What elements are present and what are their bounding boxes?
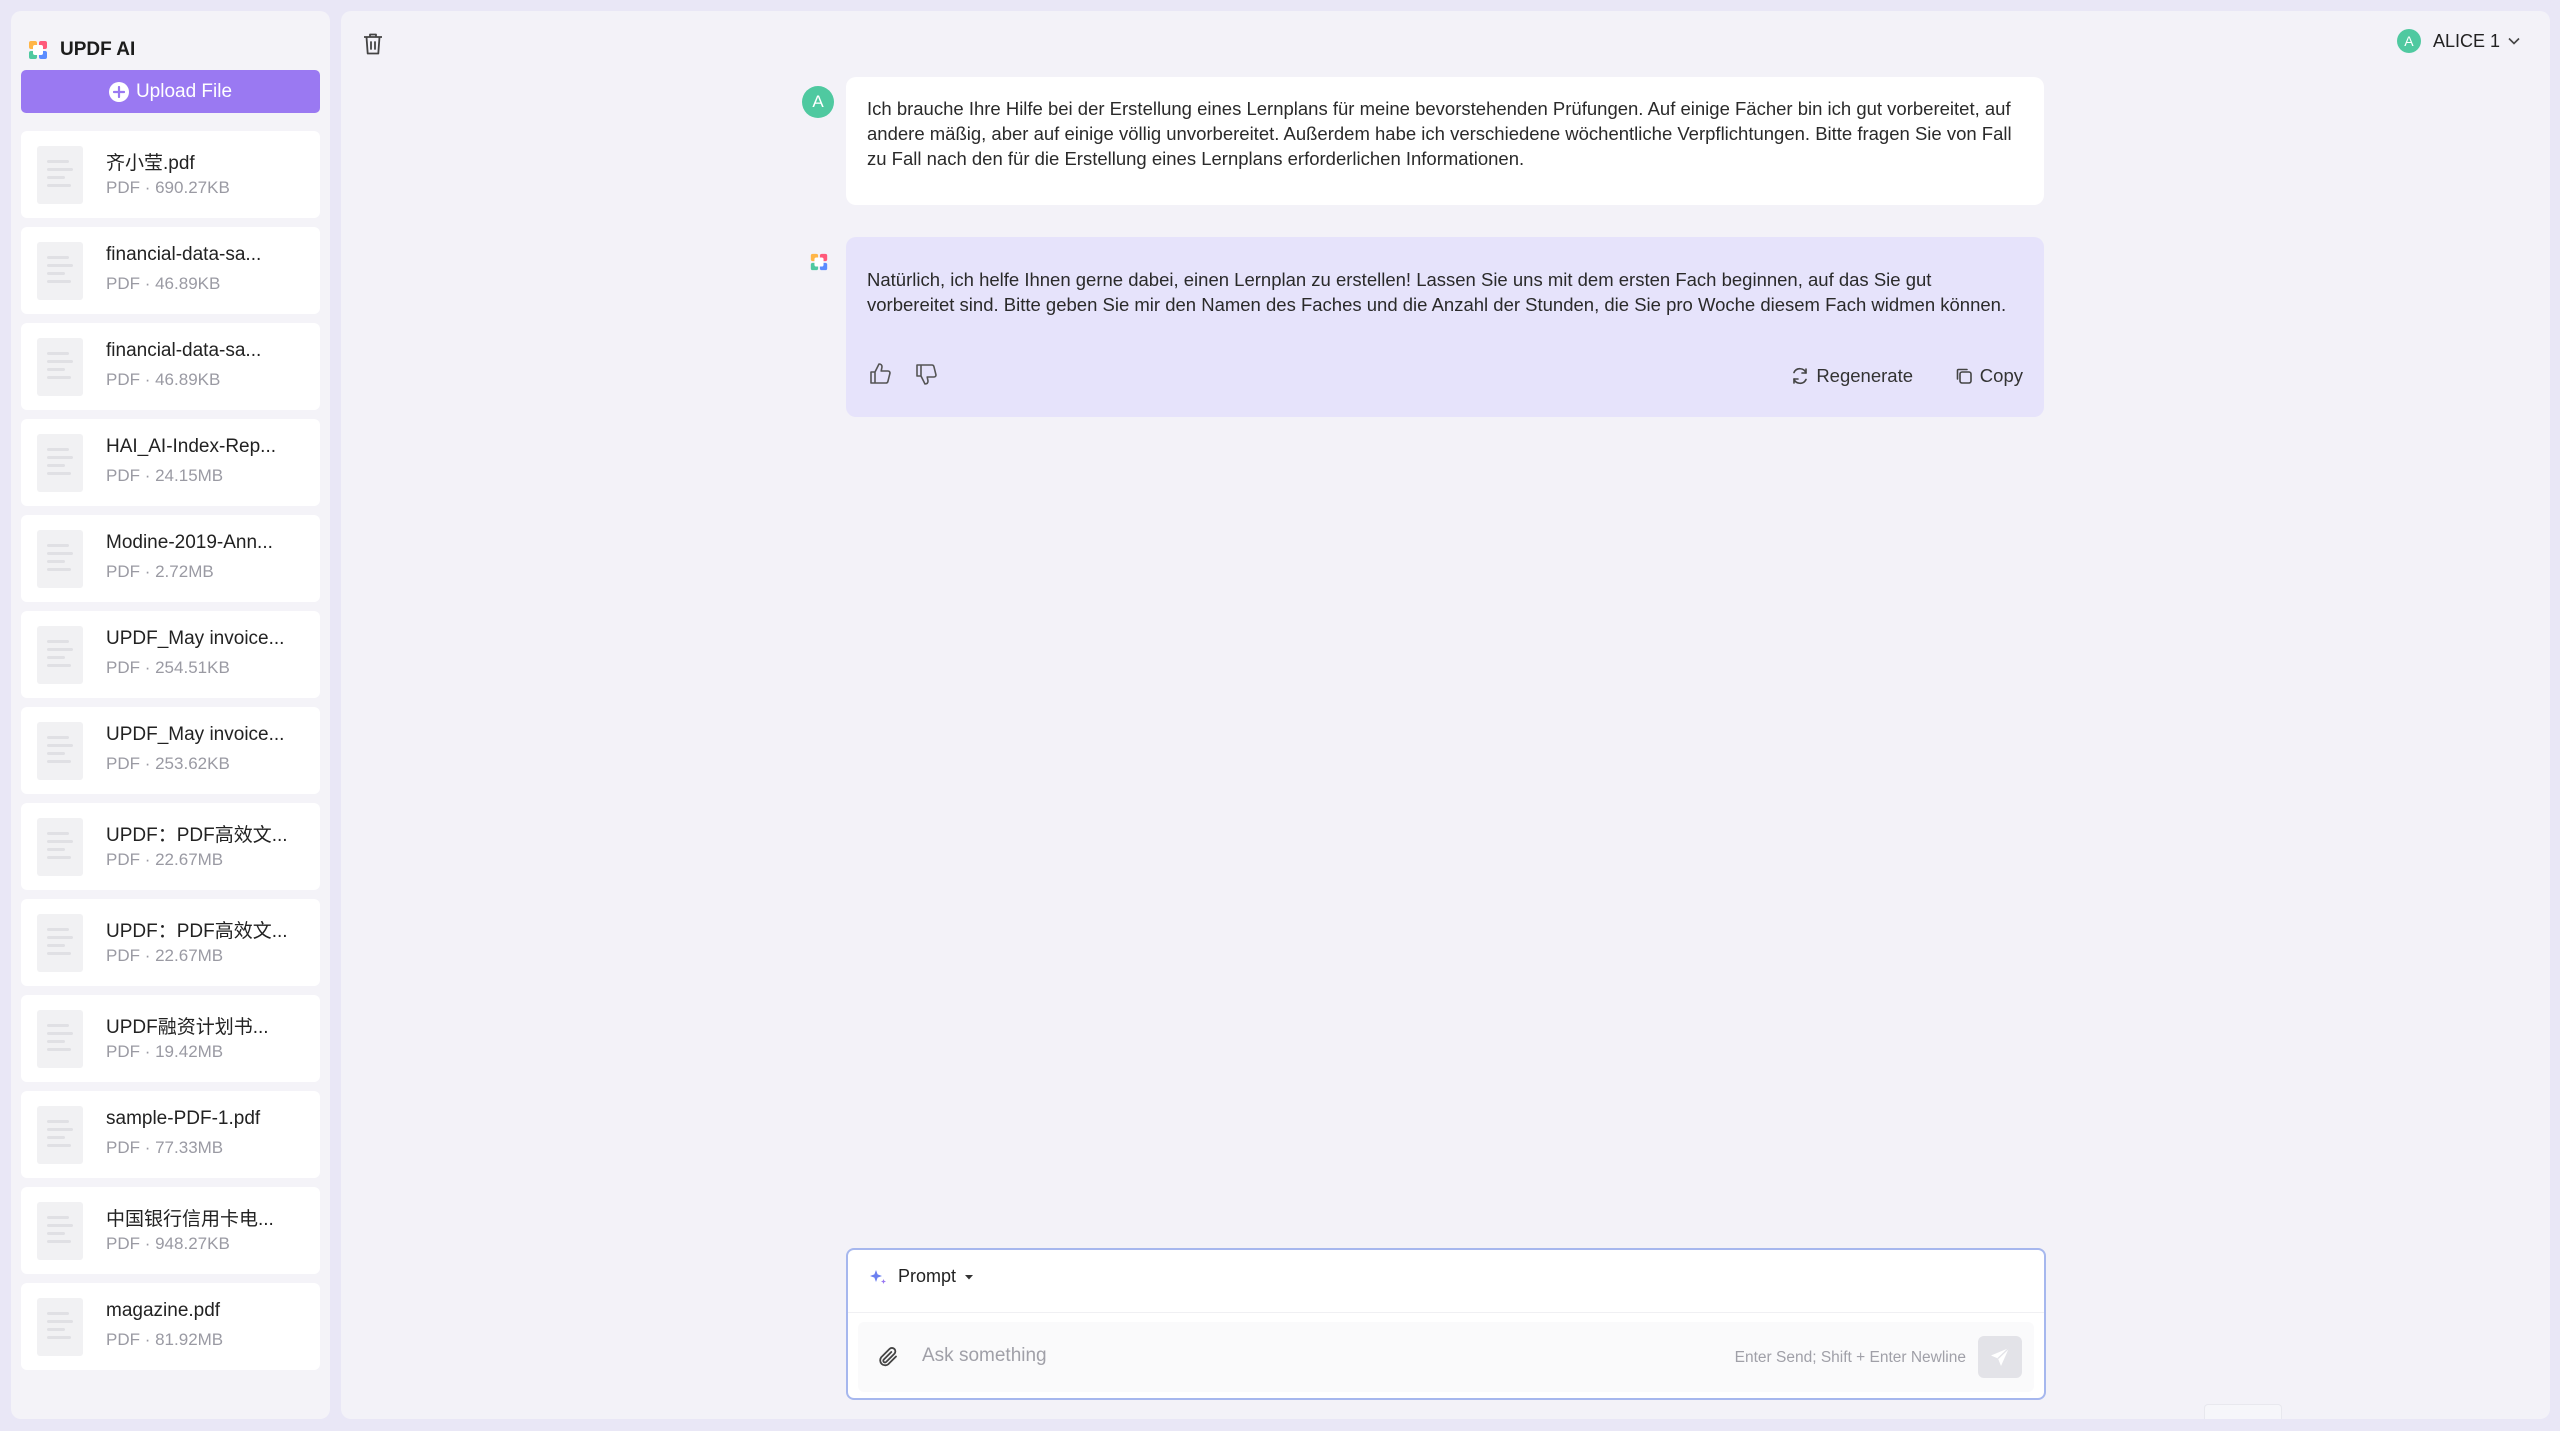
file-name: HAI_AI-Index-Rep... [106, 436, 277, 457]
file-name: magazine.pdf [106, 1300, 221, 1321]
file-item[interactable]: UPDF：PDF高效文... PDF · 22.67MB [21, 803, 320, 890]
file-list: 齐小莹.pdf PDF · 690.27KB financial-data-sa… [21, 131, 320, 1379]
file-meta: PDF · 81.92MB [106, 1330, 224, 1349]
plus-icon [108, 81, 129, 102]
copy-button[interactable]: Copy [1954, 363, 2023, 388]
file-meta: PDF · 46.89KB [106, 274, 221, 293]
updf-logo-icon [29, 41, 47, 59]
chevron-down-icon [2508, 37, 2520, 45]
paperclip-icon[interactable] [876, 1344, 902, 1370]
pdf-file-icon [37, 1106, 83, 1164]
ai-message-actions: Regenerate Copy [867, 361, 2023, 391]
file-meta: PDF · 77.33MB [106, 1138, 224, 1157]
file-name: UPDF_May invoice... [106, 628, 285, 649]
upload-file-label: Upload File [135, 80, 233, 102]
send-button[interactable] [1978, 1336, 2022, 1378]
file-name: financial-data-sa... [106, 340, 262, 361]
file-meta: PDF · 19.42MB [106, 1042, 224, 1061]
copy-icon [1956, 368, 1972, 384]
file-item[interactable]: UPDF_May invoice... PDF · 254.51KB [21, 611, 320, 698]
pdf-file-icon [37, 434, 83, 492]
copy-label: Copy [1979, 365, 2023, 386]
prompt-dropdown[interactable]: Prompt [868, 1266, 974, 1287]
file-name: UPDF：PDF高效文... [106, 921, 288, 942]
file-meta: PDF · 46.89KB [106, 370, 221, 389]
sidebar: UPDF AI Upload File 齐小莹.pdf PDF · 690.27… [11, 11, 330, 1419]
file-meta: PDF · 690.27KB [106, 178, 230, 197]
user-message-text: Ich brauche Ihre Hilfe bei der Erstellun… [867, 98, 2012, 169]
ask-input[interactable] [922, 1340, 1622, 1372]
file-item[interactable]: magazine.pdf PDF · 81.92MB [21, 1283, 320, 1370]
message-composer: Prompt Enter Send; Shift + Enter Newline [846, 1248, 2046, 1400]
file-item[interactable]: UPDF：PDF高效文... PDF · 22.67MB [21, 899, 320, 986]
file-meta: PDF · 22.67MB [106, 850, 224, 869]
file-name: UPDF：PDF高效文... [106, 825, 288, 846]
pdf-file-icon [37, 722, 83, 780]
pdf-file-icon [37, 626, 83, 684]
file-meta: PDF · 253.62KB [106, 754, 230, 773]
ai-message-text: Natürlich, ich helfe Ihnen gerne dabei, … [867, 269, 2007, 315]
app-window: UPDF AI Upload File 齐小莹.pdf PDF · 690.27… [0, 0, 2560, 1431]
pdf-file-icon [37, 818, 83, 876]
file-name: Modine-2019-Ann... [106, 532, 273, 553]
prompt-label: Prompt [898, 1266, 957, 1286]
thumbs-down-icon[interactable] [913, 361, 939, 387]
pdf-file-icon [37, 1202, 83, 1260]
app-title: UPDF AI [60, 39, 136, 60]
file-meta: PDF · 254.51KB [106, 658, 230, 677]
divider [848, 1312, 2044, 1313]
pdf-file-icon [37, 338, 83, 396]
thumbs-up-icon[interactable] [867, 361, 893, 387]
updf-ai-avatar-icon [810, 253, 828, 271]
file-meta: PDF · 948.27KB [106, 1234, 230, 1253]
chat-panel: A ALICE 1 A Ich brauche Ihre Hilfe bei d… [341, 11, 2550, 1419]
file-meta: PDF · 22.67MB [106, 946, 224, 965]
file-name: sample-PDF-1.pdf [106, 1108, 261, 1129]
file-name: UPDF_May invoice... [106, 724, 285, 745]
sparkle-icon [870, 1269, 886, 1284]
file-item[interactable]: UPDF_May invoice... PDF · 253.62KB [21, 707, 320, 794]
file-item[interactable]: financial-data-sa... PDF · 46.89KB [21, 227, 320, 314]
file-item[interactable]: sample-PDF-1.pdf PDF · 77.33MB [21, 1091, 320, 1178]
file-meta: PDF · 24.15MB [106, 466, 224, 485]
pdf-file-icon [37, 1010, 83, 1068]
refresh-icon [1793, 367, 1808, 384]
regenerate-label: Regenerate [1816, 365, 1913, 386]
caret-down-icon [965, 1274, 974, 1279]
file-item[interactable]: financial-data-sa... PDF · 46.89KB [21, 323, 320, 410]
file-name: financial-data-sa... [106, 244, 262, 265]
file-name: 中国银行信用卡电... [106, 1209, 274, 1230]
pdf-file-icon [37, 242, 83, 300]
user-message-bubble: Ich brauche Ihre Hilfe bei der Erstellun… [846, 77, 2044, 205]
pdf-file-icon [37, 1298, 83, 1356]
file-meta: PDF · 2.72MB [106, 562, 214, 581]
send-icon [1991, 1347, 2010, 1366]
pdf-file-icon [37, 146, 83, 204]
file-item[interactable]: HAI_AI-Index-Rep... PDF · 24.15MB [21, 419, 320, 506]
user-name: ALICE 1 [2432, 30, 2500, 51]
upload-file-button[interactable]: Upload File [21, 70, 320, 113]
user-avatar: A [802, 86, 834, 118]
file-item[interactable]: 齐小莹.pdf PDF · 690.27KB [21, 131, 320, 218]
trash-icon[interactable] [361, 31, 385, 57]
file-name: 齐小莹.pdf [106, 153, 195, 174]
file-name: UPDF融资计划书... [106, 1017, 269, 1038]
ai-message-bubble: Natürlich, ich helfe Ihnen gerne dabei, … [846, 237, 2044, 417]
keyboard-hint: Enter Send; Shift + Enter Newline [1734, 1349, 1966, 1366]
file-item[interactable]: 中国银行信用卡电... PDF · 948.27KB [21, 1187, 320, 1274]
file-item[interactable]: Modine-2019-Ann... PDF · 2.72MB [21, 515, 320, 602]
pdf-file-icon [37, 530, 83, 588]
user-menu[interactable]: A ALICE 1 [2396, 29, 2520, 53]
input-row: Enter Send; Shift + Enter Newline [858, 1322, 2034, 1392]
pdf-file-icon [37, 914, 83, 972]
brand: UPDF AI [27, 39, 135, 61]
regenerate-button[interactable]: Regenerate [1790, 363, 1913, 388]
file-item[interactable]: UPDF融资计划书... PDF · 19.42MB [21, 995, 320, 1082]
avatar: A [2396, 29, 2421, 53]
scroll-handle [2204, 1404, 2282, 1419]
